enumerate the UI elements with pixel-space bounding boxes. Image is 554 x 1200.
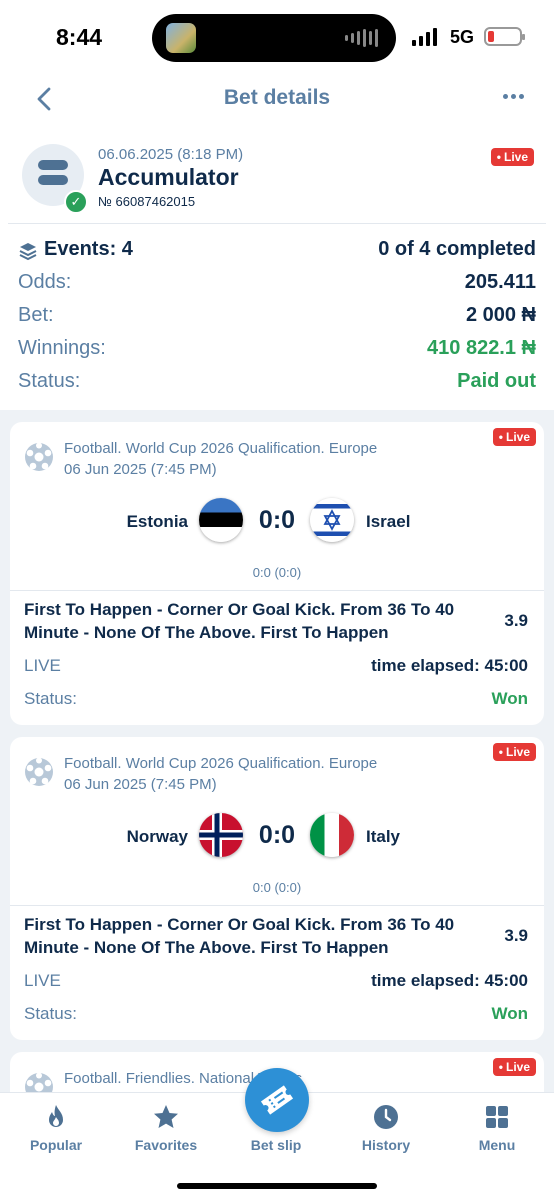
live-badge: Live (490, 148, 534, 166)
event-datetime: 06 Jun 2025 (7:45 PM) (64, 776, 217, 793)
live-badge: Live (492, 743, 536, 761)
star-icon (154, 1105, 178, 1128)
events-completed: 0 of 4 completed (378, 238, 536, 260)
signal-icon (412, 28, 437, 46)
flame-icon (49, 1105, 63, 1127)
divider (10, 590, 544, 591)
bet-slip-button[interactable] (245, 1068, 309, 1132)
odds-value: 205.411 (464, 271, 536, 293)
football-icon (25, 442, 53, 471)
match-score: 0:0 (258, 821, 296, 849)
clock-icon (374, 1105, 398, 1129)
football-icon (25, 757, 53, 786)
coefficient: 3.9 (504, 611, 528, 630)
top-bar: Bet details (0, 72, 554, 126)
home-team: Norway (126, 827, 188, 846)
status-row: Status: Paid out (18, 370, 536, 398)
home-team: Estonia (126, 512, 188, 531)
nav-label: Popular (29, 1137, 83, 1153)
events-row: Events: 4 0 of 4 completed (18, 238, 536, 266)
page-title: Bet details (223, 86, 331, 109)
away-team: Italy (366, 827, 401, 846)
match-teams: Estonia 0:0 Israel (10, 498, 544, 544)
status-label: Status: (24, 689, 77, 708)
check-icon: ✓ (64, 190, 88, 214)
app-thumbnail-icon (166, 23, 196, 53)
competition-info: Football. World Cup 2026 Qualification. … (64, 753, 377, 795)
status-time: 8:44 (56, 24, 103, 50)
ticket-icon (260, 1085, 294, 1115)
battery-icon (484, 27, 525, 46)
match-teams: Norway 0:0 Italy (10, 813, 544, 859)
odds-row: Odds: 205.411 (18, 271, 536, 299)
bet-summary: ✓ 06.06.2025 (8:18 PM) Accumulator № 660… (0, 126, 554, 410)
odds-label: Odds: (18, 271, 72, 293)
estonia-flag-icon (199, 498, 243, 542)
status-value: Paid out (457, 370, 536, 392)
coefficient: 3.9 (504, 926, 528, 945)
norway-flag-icon (199, 813, 243, 857)
match-score: 0:0 (258, 506, 296, 534)
time-elapsed: time elapsed: 45:00 (371, 971, 528, 990)
competition-name: Football. World Cup 2026 Qualification. … (64, 440, 378, 457)
nav-label: Favorites (134, 1137, 198, 1153)
winnings-row: Winnings: 410 822.1 ₦ (18, 337, 536, 365)
live-badge: Live (492, 428, 536, 446)
status-value: Won (491, 1004, 528, 1023)
event-card[interactable]: Football. World Cup 2026 Qualification. … (10, 422, 544, 725)
divider (8, 223, 546, 224)
nav-label: Bet slip (250, 1137, 302, 1153)
market-description: First To Happen - Corner Or Goal Kick. F… (24, 600, 455, 642)
event-card[interactable]: Football. World Cup 2026 Qualification. … (10, 737, 544, 1040)
live-label: LIVE (24, 656, 61, 675)
more-options-button[interactable] (503, 94, 524, 99)
live-badge: Live (492, 1058, 536, 1076)
bet-date: 06.06.2025 (8:18 PM) (98, 146, 244, 163)
status-value: Won (491, 689, 528, 708)
status-label: Status: (18, 370, 81, 392)
home-indicator (177, 1183, 377, 1189)
dynamic-island (152, 14, 396, 62)
live-label: LIVE (24, 971, 61, 990)
audio-wave-icon (345, 29, 378, 47)
network-label: 5G (450, 27, 475, 47)
competition-name: Football. World Cup 2026 Qualification. … (64, 755, 378, 772)
nav-label: Menu (478, 1137, 516, 1153)
away-team: Israel (366, 512, 411, 531)
italy-flag-icon (310, 813, 354, 857)
winnings-value: 410 822.1 ₦ (427, 337, 536, 359)
bet-row: Bet: 2 000 ₦ (18, 304, 536, 332)
bet-value: 2 000 ₦ (465, 304, 536, 326)
halftime-score: 0:0 (0:0) (252, 880, 302, 895)
event-datetime: 06 Jun 2025 (7:45 PM) (64, 461, 217, 478)
status-bar: 8:44 5G (0, 0, 554, 72)
bet-label: Bet: (18, 304, 54, 326)
competition-info: Football. World Cup 2026 Qualification. … (64, 438, 377, 480)
market-description: First To Happen - Corner Or Goal Kick. F… (24, 915, 455, 957)
israel-flag-icon (310, 498, 354, 542)
events-count: Events: 4 (44, 238, 133, 260)
bet-number: № 66087462015 (98, 194, 196, 209)
status-label: Status: (24, 1004, 77, 1023)
winnings-label: Winnings: (18, 337, 106, 359)
bet-type: Accumulator (98, 164, 239, 190)
divider (10, 905, 544, 906)
grid-icon (486, 1106, 508, 1128)
nav-label: History (361, 1137, 411, 1153)
time-elapsed: time elapsed: 45:00 (371, 656, 528, 675)
halftime-score: 0:0 (0:0) (252, 565, 302, 580)
